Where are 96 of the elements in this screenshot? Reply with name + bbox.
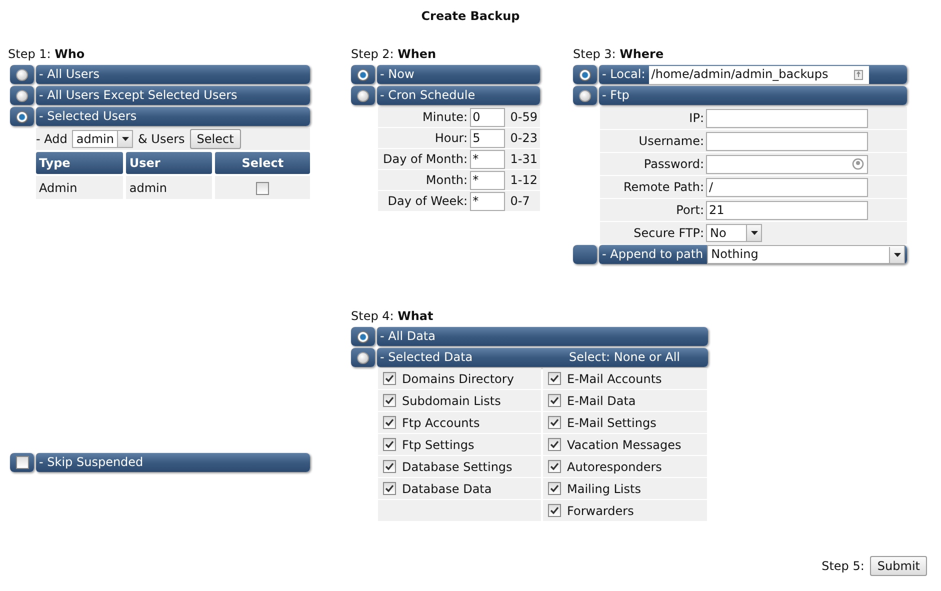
radio-button[interactable] xyxy=(10,65,34,84)
input-field[interactable]: / xyxy=(706,178,868,196)
field-label: Hour: xyxy=(378,128,469,148)
checkbox[interactable] xyxy=(383,372,396,385)
path-field[interactable]: /home/admin/admin_backups xyxy=(649,66,870,84)
users-label: & Users xyxy=(138,132,185,146)
range-text: 1-12 xyxy=(507,170,540,190)
range-text: 0-7 xyxy=(507,191,540,211)
tab-stub xyxy=(573,245,597,264)
checkbox[interactable] xyxy=(548,416,561,429)
step-heading: Step 1: Who xyxy=(8,46,86,63)
field-label: Port: xyxy=(600,199,705,221)
checkbox-label: E-Mail Settings xyxy=(567,416,656,430)
range-text: 0-59 xyxy=(507,107,540,127)
input-field[interactable]: 0 xyxy=(470,108,505,126)
input-field[interactable]: * xyxy=(470,192,505,210)
option-bar[interactable]: - Cron Schedule xyxy=(377,86,540,105)
field-icon xyxy=(854,70,864,80)
step-heading: Step 4: What xyxy=(351,308,434,325)
checkbox-label: Subdomain Lists xyxy=(402,394,501,408)
checkbox[interactable] xyxy=(548,460,561,473)
radio-button[interactable] xyxy=(351,327,375,346)
radio-button[interactable] xyxy=(351,86,375,105)
checkbox[interactable] xyxy=(383,394,396,407)
column-header[interactable]: User xyxy=(126,152,212,174)
radio-button[interactable] xyxy=(573,65,597,84)
append-dropdown[interactable]: Nothing xyxy=(707,245,905,264)
add-label: - Add xyxy=(36,132,68,146)
checkbox-label: Ftp Settings xyxy=(402,438,474,452)
radio-button[interactable] xyxy=(10,107,34,126)
checkbox[interactable] xyxy=(383,438,396,451)
checkbox-label: Mailing Lists xyxy=(567,482,641,496)
input-field[interactable]: 21 xyxy=(706,200,868,220)
radio-button[interactable] xyxy=(351,348,375,367)
field-label: Minute: xyxy=(378,107,469,127)
checkbox[interactable] xyxy=(548,438,561,451)
column-header[interactable]: Select xyxy=(215,152,310,174)
option-label: - Selected Data xyxy=(380,349,473,366)
checkbox-label: Ftp Accounts xyxy=(402,416,480,430)
checkbox[interactable] xyxy=(548,482,561,495)
page-title: Create Backup xyxy=(420,9,521,25)
field-label: Username: xyxy=(600,130,705,152)
field-label: Password: xyxy=(600,153,705,175)
field-label: Secure FTP: xyxy=(600,222,705,244)
checkbox[interactable] xyxy=(548,372,561,385)
option-bar[interactable]: - Ftp xyxy=(599,86,907,105)
option-label: - Append to path xyxy=(602,246,704,263)
table-cell: admin xyxy=(126,176,212,199)
field-label: IP: xyxy=(600,107,705,129)
checkbox-label: Database Settings xyxy=(402,460,512,474)
range-text: 0-23 xyxy=(507,128,540,148)
radio-button[interactable] xyxy=(351,65,375,84)
checkbox[interactable] xyxy=(383,482,396,495)
step-heading: Step 2: When xyxy=(351,46,438,63)
checkbox-label: Domains Directory xyxy=(402,372,514,386)
checkbox[interactable] xyxy=(548,394,561,407)
checkbox-label: Vacation Messages xyxy=(567,438,682,452)
option-bar[interactable]: - Now xyxy=(377,65,540,84)
field-label: Month: xyxy=(378,170,469,190)
submit-button[interactable]: Submit xyxy=(870,556,927,576)
table-cell: Admin xyxy=(36,176,124,199)
checkbox[interactable] xyxy=(548,504,561,517)
field-label: Day of Week: xyxy=(378,191,469,211)
checkbox-label: E-Mail Data xyxy=(567,394,636,408)
select-links[interactable]: Select: None or All xyxy=(569,348,680,367)
option-bar[interactable]: - Selected Users xyxy=(36,107,310,126)
option-bar[interactable]: - All Users xyxy=(36,65,310,84)
checkbox-label: Forwarders xyxy=(567,504,634,518)
option-bar: - Skip Suspended xyxy=(36,453,310,472)
column-header[interactable]: Type xyxy=(36,152,124,174)
radio-button[interactable] xyxy=(10,86,34,105)
checkbox[interactable] xyxy=(383,416,396,429)
range-text: 1-31 xyxy=(507,149,540,169)
dropdown[interactable]: No xyxy=(706,224,762,242)
step-heading: Step 3: Where xyxy=(573,46,665,63)
input-field[interactable] xyxy=(706,108,868,128)
input-field[interactable]: * xyxy=(470,170,505,190)
checkbox-label: Database Data xyxy=(402,482,492,496)
checkbox[interactable] xyxy=(383,460,396,473)
select-button[interactable]: Select xyxy=(190,129,241,149)
checkbox[interactable] xyxy=(10,453,34,472)
input-field[interactable]: * xyxy=(470,150,505,168)
checkbox[interactable] xyxy=(256,182,270,195)
checkbox-label: Autoresponders xyxy=(567,460,662,474)
option-label: - Local: xyxy=(602,66,646,83)
field-label: Day of Month: xyxy=(378,149,469,169)
step-label: Step 5: xyxy=(822,559,864,573)
option-bar[interactable]: - All Users Except Selected Users xyxy=(36,86,310,105)
input-field[interactable]: 5 xyxy=(470,128,505,148)
radio-button[interactable] xyxy=(573,86,597,105)
checkbox-label: E-Mail Accounts xyxy=(567,372,662,386)
field-label: Remote Path: xyxy=(600,176,705,198)
option-bar[interactable]: - All Data xyxy=(377,327,708,346)
input-field[interactable] xyxy=(706,132,868,150)
user-dropdown[interactable]: admin xyxy=(72,130,133,148)
password-field[interactable] xyxy=(706,154,868,174)
